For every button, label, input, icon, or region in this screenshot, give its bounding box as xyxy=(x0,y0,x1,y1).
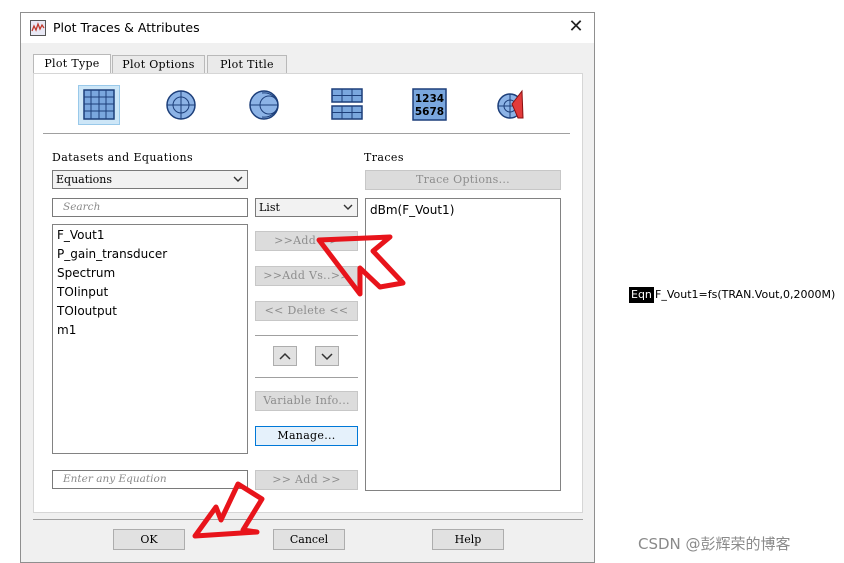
annotation-arrow-icon xyxy=(192,481,265,539)
equation-text: F_Vout1=fs(TRAN.Vout,0,2000M) xyxy=(655,288,836,301)
annotation-arrows xyxy=(192,234,406,539)
annotation-arrow-icon xyxy=(316,234,406,297)
watermark: CSDN @彭辉荣的博客 xyxy=(638,535,791,553)
equation-tag: Eqn xyxy=(629,287,654,303)
